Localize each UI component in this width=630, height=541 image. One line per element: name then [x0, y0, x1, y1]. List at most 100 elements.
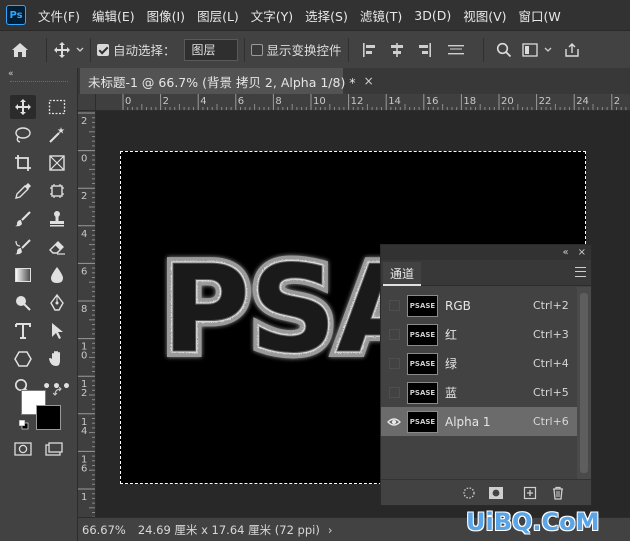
- align-horizontal-center-icon[interactable]: [389, 42, 405, 58]
- channel-visibility-toggle[interactable]: [381, 378, 407, 407]
- close-icon[interactable]: ×: [364, 74, 374, 88]
- photoshop-logo[interactable]: Ps: [6, 5, 26, 25]
- channels-panel: « × 通道 PSASE RGB Ctrl+2 PSASE 红 Ctrl+3 P…: [380, 244, 592, 506]
- tab-channels[interactable]: 通道: [383, 262, 421, 286]
- channel-row-red[interactable]: PSASE 红 Ctrl+3: [381, 320, 577, 349]
- channel-visibility-toggle[interactable]: [381, 291, 407, 320]
- gradient-tool[interactable]: [10, 263, 36, 287]
- channel-shortcut: Ctrl+3: [533, 328, 569, 341]
- stamp-tool[interactable]: [44, 207, 70, 231]
- frame-tool[interactable]: [44, 151, 70, 175]
- eyedropper-tool[interactable]: [10, 179, 36, 203]
- chevron-right-icon[interactable]: ›: [328, 523, 333, 537]
- load-selection-button[interactable]: [461, 485, 477, 501]
- path-select-tool[interactable]: [44, 319, 70, 343]
- channel-shortcut: Ctrl+6: [533, 415, 569, 428]
- channel-row-blue[interactable]: PSASE 蓝 Ctrl+5: [381, 378, 577, 407]
- menu-layer[interactable]: 图层(L): [191, 6, 245, 25]
- channel-name: RGB: [445, 298, 471, 313]
- menu-view[interactable]: 视图(V): [457, 6, 512, 25]
- chevron-down-icon[interactable]: [544, 47, 552, 53]
- blur-tool[interactable]: [44, 263, 70, 287]
- quick-mask-icon[interactable]: [14, 442, 32, 459]
- history-brush-tool[interactable]: [10, 235, 36, 259]
- menu-image[interactable]: 图像(I): [141, 6, 191, 25]
- magic-wand-tool[interactable]: [44, 123, 70, 147]
- eraser-tool[interactable]: [44, 235, 70, 259]
- home-icon[interactable]: [0, 42, 40, 58]
- close-panel-icon[interactable]: ×: [578, 247, 586, 258]
- frame-icon: [49, 155, 65, 171]
- document-tab[interactable]: 未标题-1 @ 66.7% (背景 拷贝 2, Alpha 1/8) * ×: [80, 68, 374, 94]
- show-transform-label: 显示变换控件: [266, 43, 342, 58]
- menu-select[interactable]: 选择(S): [299, 6, 354, 25]
- channel-list-scrollbar[interactable]: [577, 287, 591, 479]
- menu-file[interactable]: 文件(F): [32, 6, 86, 25]
- channel-shortcut: Ctrl+2: [533, 299, 569, 312]
- brush-tool[interactable]: [10, 207, 36, 231]
- menu-filter[interactable]: 滤镜(T): [354, 6, 408, 25]
- channel-list: PSASE RGB Ctrl+2 PSASE 红 Ctrl+3 PSASE 绿 …: [381, 287, 577, 479]
- channel-shortcut: Ctrl+4: [533, 357, 569, 370]
- menu-window[interactable]: 窗口(W: [513, 6, 567, 25]
- default-colors-icon[interactable]: [19, 419, 29, 433]
- panel-menu-icon[interactable]: [575, 267, 586, 277]
- separator: [90, 37, 91, 62]
- channel-row-rgb[interactable]: PSASE RGB Ctrl+2: [381, 291, 577, 320]
- ruler-label: 18: [463, 96, 476, 107]
- align-top-icon[interactable]: [447, 42, 465, 58]
- background-color-swatch[interactable]: [36, 405, 61, 430]
- crop-tool[interactable]: [10, 151, 36, 175]
- workspace-icon[interactable]: [521, 42, 538, 57]
- delete-channel-button[interactable]: [550, 485, 566, 501]
- horizontal-ruler[interactable]: 0 2 4 6 8 10 12 14 16 18 20 22 24 2: [96, 94, 630, 111]
- collapse-icon[interactable]: «: [8, 69, 14, 79]
- pen-tool[interactable]: [44, 291, 70, 315]
- show-transform-checkbox[interactable]: [250, 43, 263, 56]
- hand-tool[interactable]: [44, 347, 70, 371]
- toolbar-grip[interactable]: [10, 81, 68, 83]
- ruler-origin[interactable]: [78, 94, 96, 111]
- vertical-ruler[interactable]: 202468101214161: [78, 111, 96, 517]
- type-tool[interactable]: [10, 319, 36, 343]
- chevron-down-icon[interactable]: [76, 47, 84, 53]
- align-left-icon[interactable]: [361, 42, 377, 58]
- trash-icon: [553, 486, 563, 500]
- move-tool[interactable]: [10, 95, 36, 119]
- lasso-tool[interactable]: [10, 123, 36, 147]
- auto-select-target-dropdown[interactable]: 图层: [183, 38, 238, 61]
- frame-image-tool[interactable]: [44, 179, 70, 203]
- channel-visibility-toggle[interactable]: [381, 407, 407, 436]
- collapse-panel-icon[interactable]: «: [562, 247, 568, 258]
- save-selection-button[interactable]: [488, 485, 504, 501]
- arrow-cursor-icon: [52, 323, 63, 339]
- channel-row-green[interactable]: PSASE 绿 Ctrl+4: [381, 349, 577, 378]
- menu-type[interactable]: 文字(Y): [245, 6, 299, 25]
- separator: [482, 37, 484, 62]
- screen-mode-icon[interactable]: [45, 442, 63, 459]
- menu-3d[interactable]: 3D(D): [408, 8, 457, 23]
- ruler-label: 0: [81, 154, 87, 165]
- marquee-tool[interactable]: [44, 95, 70, 119]
- channel-thumbnail: PSASE: [407, 410, 438, 433]
- channel-visibility-toggle[interactable]: [381, 320, 407, 349]
- scrollbar-thumb[interactable]: [580, 293, 588, 473]
- dodge-tool[interactable]: [10, 291, 36, 315]
- search-icon[interactable]: [496, 42, 512, 58]
- share-icon[interactable]: [564, 42, 580, 58]
- move-tool-icon[interactable]: [53, 41, 71, 59]
- new-channel-button[interactable]: [522, 485, 538, 501]
- ruler-label: 20: [501, 96, 514, 107]
- panel-header[interactable]: « ×: [381, 245, 591, 260]
- ruler-label: 22: [539, 96, 552, 107]
- align-right-icon[interactable]: [417, 42, 433, 58]
- separator: [243, 37, 245, 62]
- ruler-label: 2: [81, 388, 87, 399]
- swap-colors-icon[interactable]: [52, 386, 63, 400]
- auto-select-checkbox[interactable]: [97, 43, 109, 56]
- menu-edit[interactable]: 编辑(E): [86, 6, 141, 25]
- channel-visibility-toggle[interactable]: [381, 349, 407, 378]
- channel-row-alpha-1[interactable]: PSASE Alpha 1 Ctrl+6: [381, 407, 577, 436]
- zoom-level[interactable]: 66.67%: [78, 523, 134, 537]
- shape-tool[interactable]: [10, 347, 36, 371]
